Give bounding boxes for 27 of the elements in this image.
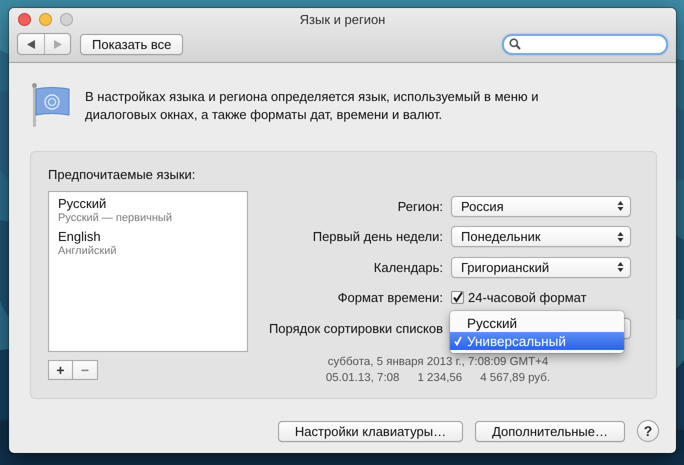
language-name[interactable]: Русский	[58, 196, 247, 212]
setting-label: Формат времени:	[338, 290, 443, 306]
show-all-button[interactable]: Показать все	[80, 34, 184, 54]
popup-button[interactable]: Григорианский	[451, 256, 631, 278]
setting-label: Регион:	[398, 198, 443, 214]
setting-label: Порядок сортировки списков	[268, 320, 443, 336]
checkbox-label: 24-часовой формат	[468, 290, 587, 306]
date-sample: суббота, 5 января 2013 г., 7:08:09 GMT+4	[328, 354, 548, 370]
setting-label: Календарь:	[374, 260, 443, 275]
language-name[interactable]: English	[58, 229, 247, 245]
menu-item[interactable]: Универсальный	[450, 332, 624, 350]
window-title: Язык и регион	[300, 12, 386, 27]
currency-sample: 4 567,89 руб.	[480, 370, 550, 386]
menu-item[interactable]: Русский	[450, 314, 624, 332]
language-detail: Русский — первичный	[58, 212, 173, 225]
help-button[interactable]: ?	[637, 420, 659, 442]
description-text: В настройках языка и региона определяется язык, используемый в меню и диалоговых окнах, а также форматы дат, времени и валют.	[85, 88, 540, 124]
add-button[interactable]: +	[48, 360, 73, 380]
keyboard-settings-button[interactable]: Настройки клавиатуры…	[278, 420, 464, 442]
language-detail: Английский	[58, 245, 118, 258]
number-sample: 1 234,56	[417, 370, 462, 386]
popup-button[interactable]: Понедельник	[451, 226, 631, 248]
list-label: Предпочитаемые языки:	[48, 167, 196, 184]
popup-button[interactable]: Россия	[451, 196, 631, 217]
short-date-sample: 05.01.13, 7:08	[326, 370, 400, 386]
setting-label: Первый день недели:	[312, 229, 443, 244]
advanced-button[interactable]: Дополнительные…	[475, 420, 625, 442]
